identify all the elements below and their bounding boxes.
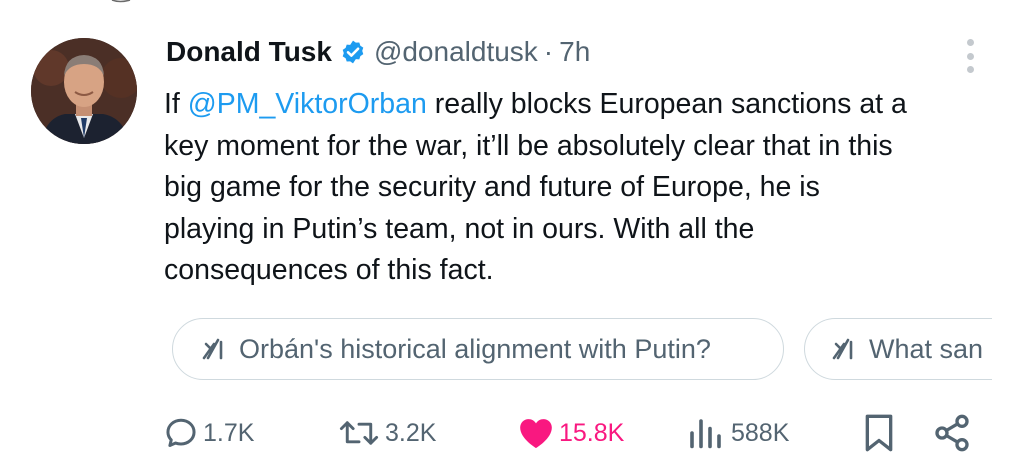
grok-suggestion-label: Orbán's historical alignment with Putin? — [239, 333, 711, 364]
tweet-text-line-4: playing in Putin’s team, not in ours. Wi… — [164, 212, 755, 245]
chip-scroll-edge — [992, 300, 1024, 400]
reply-icon — [166, 418, 196, 447]
repost-button[interactable]: 3.2K — [337, 408, 436, 458]
verified-badge-icon — [340, 39, 366, 65]
reply-button[interactable]: 1.7K — [163, 408, 254, 458]
top-edge-fragment — [111, 0, 131, 3]
grok-suggestion-label: What san — [869, 333, 984, 364]
tweet-actions: 1.7K 3.2K 15.8K 588K — [0, 408, 1024, 458]
reply-count: 1.7K — [203, 418, 255, 447]
text-line1-rest: really blocks European sanctions at a — [426, 88, 907, 120]
avatar-portrait — [31, 38, 137, 144]
author-name[interactable]: Donald Tusk — [166, 36, 332, 68]
tweet-text-line-3: big game for the security and future of … — [164, 171, 820, 203]
grok-suggestion-chip[interactable]: Orbán's historical alignment with Putin? — [172, 318, 784, 380]
more-vertical-icon[interactable] — [958, 36, 982, 76]
grok-suggestion-chip[interactable]: What san — [804, 318, 1024, 380]
share-button[interactable] — [932, 408, 976, 458]
share-icon — [935, 414, 969, 452]
tweet-text-line-2: key moment for the war, it’ll be absolut… — [164, 129, 893, 162]
bookmark-icon — [865, 414, 893, 452]
repost-count: 3.2K — [385, 418, 437, 447]
grok-icon — [199, 334, 229, 364]
timestamp[interactable]: 7h — [559, 36, 590, 68]
separator-dot: · — [543, 36, 554, 67]
bookmark-button[interactable] — [862, 408, 900, 458]
author-handle[interactable]: @donaldtusk — [374, 36, 538, 68]
avatar[interactable] — [31, 38, 137, 144]
views-icon — [690, 419, 721, 449]
tweet-text-line-1: If @PM_ViktorOrban really blocks Europea… — [164, 84, 1004, 126]
grok-icon — [829, 334, 859, 364]
views-count: 588K — [731, 418, 790, 447]
text-prefix: If — [164, 88, 188, 120]
like-count: 15.8K — [559, 418, 625, 447]
views-button[interactable]: 588K — [687, 408, 789, 458]
repost-icon — [339, 421, 379, 445]
heart-icon — [520, 419, 552, 449]
tweet-text: If @PM_ViktorOrban really blocks Europea… — [164, 84, 1004, 292]
mention-link[interactable]: @PM_ViktorOrban — [188, 88, 427, 120]
tweet-header: Donald Tusk @donaldtusk · 7h — [166, 30, 590, 74]
tweet-text-line-5: consequences of this fact. — [164, 254, 494, 286]
like-button[interactable]: 15.8K — [517, 408, 624, 458]
